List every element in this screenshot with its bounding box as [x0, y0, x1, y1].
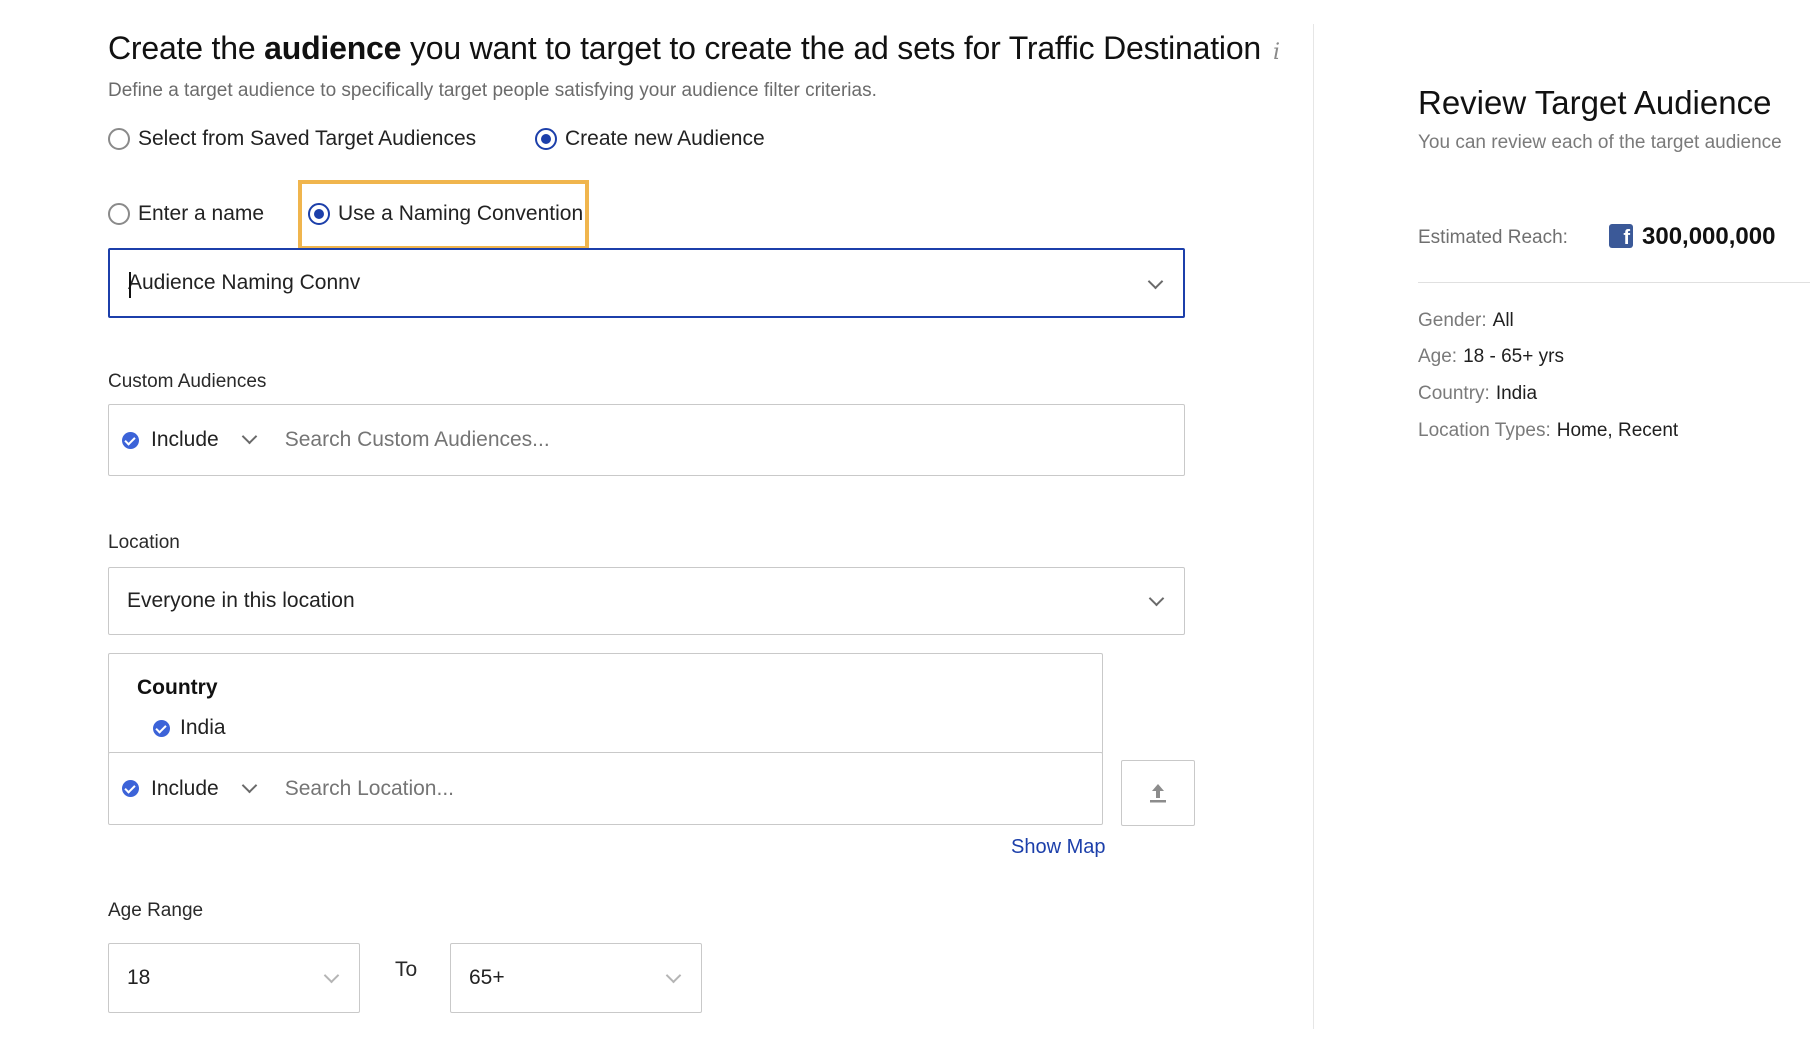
- review-subtitle: You can review each of the target audien…: [1418, 132, 1782, 153]
- summary-gender: Gender: All: [1418, 310, 1514, 331]
- chevron-down-icon[interactable]: [241, 777, 258, 794]
- age-to-label: To: [395, 958, 418, 981]
- custom-audiences-search-input[interactable]: [282, 427, 987, 453]
- include-dropdown[interactable]: Include: [151, 777, 219, 801]
- radio-create-new-audience[interactable]: Create new Audience: [535, 127, 765, 151]
- naming-convention-select[interactable]: Audience Naming Connv: [108, 248, 1185, 318]
- radio-enter-a-name[interactable]: Enter a name: [108, 202, 264, 226]
- text-caret: [129, 272, 131, 298]
- check-badge-icon: [122, 780, 139, 797]
- chevron-down-icon[interactable]: [241, 428, 258, 445]
- include-dropdown[interactable]: Include: [151, 428, 219, 452]
- chevron-down-icon[interactable]: [1148, 590, 1165, 607]
- estimated-reach-label: Estimated Reach:: [1418, 227, 1568, 248]
- upload-button[interactable]: [1121, 760, 1195, 826]
- page-title: Create the audience you want to target t…: [108, 30, 1280, 66]
- page-subtitle: Define a target audience to specifically…: [108, 80, 877, 101]
- age-to-select[interactable]: 65+: [450, 943, 702, 1013]
- selected-locations-box: Country India: [108, 653, 1103, 754]
- panel-divider: [1313, 24, 1314, 1029]
- radio-checked-icon[interactable]: [308, 203, 330, 225]
- age-from-select[interactable]: 18: [108, 943, 360, 1013]
- summary-location-types: Location Types: Home, Recent: [1418, 420, 1679, 441]
- summary-country: Country: India: [1418, 383, 1538, 404]
- show-map-link[interactable]: Show Map: [1011, 836, 1106, 859]
- chevron-down-icon[interactable]: [1147, 273, 1164, 290]
- country-heading: Country: [137, 676, 218, 699]
- location-type-select[interactable]: Everyone in this location: [108, 567, 1185, 635]
- chevron-down-icon[interactable]: [323, 967, 340, 984]
- radio-icon[interactable]: [108, 203, 130, 225]
- check-badge-icon: [153, 719, 170, 737]
- radio-saved-audiences[interactable]: Select from Saved Target Audiences: [108, 127, 476, 151]
- location-search-field[interactable]: Include: [108, 752, 1103, 825]
- location-label: Location: [108, 532, 180, 553]
- review-title: Review Target Audience: [1418, 84, 1772, 121]
- estimated-reach-value: 300,000,000: [1642, 223, 1776, 250]
- info-icon[interactable]: i: [1273, 40, 1280, 65]
- radio-use-naming-convention[interactable]: Use a Naming Convention: [308, 202, 583, 226]
- review-divider: [1418, 282, 1810, 283]
- radio-icon[interactable]: [108, 128, 130, 150]
- facebook-icon: f: [1609, 224, 1633, 248]
- age-range-label: Age Range: [108, 900, 204, 921]
- chevron-down-icon[interactable]: [665, 967, 682, 984]
- custom-audiences-field[interactable]: Include: [108, 404, 1185, 476]
- upload-icon: [1150, 784, 1166, 803]
- selected-country-item[interactable]: India: [153, 716, 226, 740]
- radio-checked-icon[interactable]: [535, 128, 557, 150]
- check-badge-icon: [122, 431, 139, 449]
- custom-audiences-label: Custom Audiences: [108, 371, 267, 392]
- location-search-input[interactable]: [282, 775, 937, 802]
- summary-age: Age: 18 - 65+ yrs: [1418, 346, 1564, 367]
